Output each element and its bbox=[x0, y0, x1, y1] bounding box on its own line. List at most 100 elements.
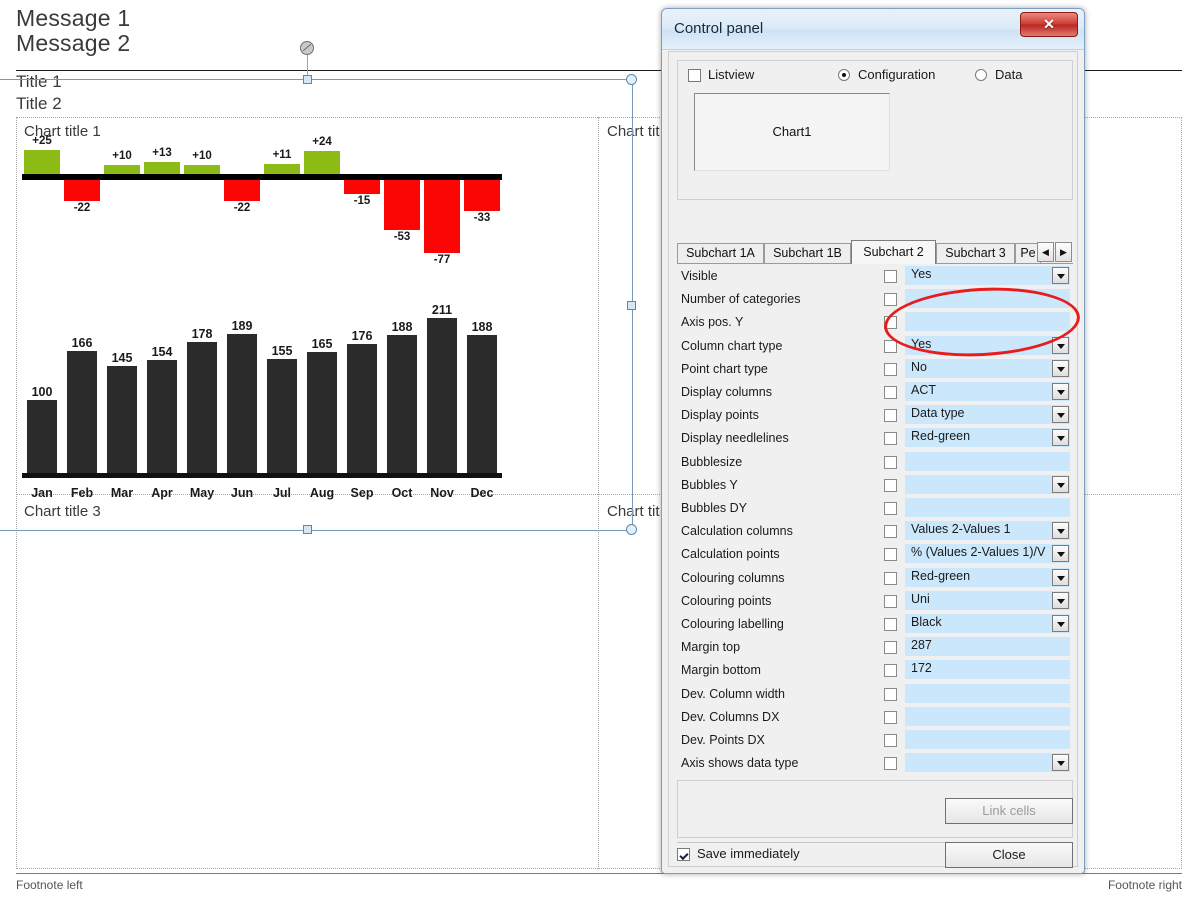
property-field[interactable] bbox=[905, 312, 1070, 332]
property-field[interactable] bbox=[905, 683, 1070, 703]
property-field[interactable] bbox=[905, 753, 1070, 773]
tab-scroll-right-icon[interactable]: ▶ bbox=[1055, 242, 1072, 262]
property-checkbox[interactable] bbox=[884, 316, 897, 330]
property-checkbox[interactable] bbox=[884, 409, 897, 423]
property-row: Colouring points Uni bbox=[677, 590, 1073, 614]
chevron-down-icon[interactable] bbox=[1052, 429, 1069, 447]
close-button[interactable]: Close bbox=[945, 842, 1073, 868]
deviation-bar bbox=[104, 164, 140, 174]
resize-handle-bottom-right[interactable] bbox=[626, 524, 637, 535]
property-label: Dev. Points DX bbox=[681, 733, 765, 747]
property-checkbox[interactable] bbox=[884, 293, 897, 307]
property-checkbox[interactable] bbox=[884, 734, 897, 747]
tab-subchart-3[interactable]: Subchart 3 bbox=[936, 243, 1015, 264]
resize-handle-bottom[interactable] bbox=[303, 525, 312, 534]
property-value: Yes bbox=[911, 336, 932, 351]
subchart-tabstrip: Subchart 1A Subchart 1B Subchart 2 Subchart… bbox=[677, 240, 1073, 264]
property-checkbox[interactable] bbox=[884, 548, 897, 562]
resize-handle-right-middle[interactable] bbox=[627, 301, 636, 310]
property-row: Display columns ACT bbox=[677, 382, 1073, 405]
property-checkbox[interactable] bbox=[884, 478, 897, 492]
property-value: No bbox=[911, 359, 927, 374]
title-2: Title 2 bbox=[16, 94, 62, 113]
property-value: 287 bbox=[911, 638, 932, 653]
property-field[interactable] bbox=[905, 730, 1070, 749]
tab-subchart-2[interactable]: Subchart 2 bbox=[851, 240, 936, 264]
property-value: ACT bbox=[911, 383, 936, 397]
bar-chart-bar bbox=[147, 359, 177, 473]
property-field[interactable] bbox=[905, 474, 1070, 494]
resize-handle-top[interactable] bbox=[303, 75, 312, 84]
bar-chart-value-label: 166 bbox=[71, 336, 93, 351]
close-icon[interactable]: ✕ bbox=[1020, 12, 1078, 37]
property-checkbox[interactable] bbox=[884, 270, 897, 283]
property-checkbox[interactable] bbox=[884, 594, 897, 608]
bar-chart-bar bbox=[227, 334, 257, 473]
property-checkbox[interactable] bbox=[884, 525, 897, 539]
chevron-down-icon[interactable] bbox=[1052, 406, 1069, 424]
save-immediately-checkbox[interactable] bbox=[677, 848, 690, 861]
property-checkbox[interactable] bbox=[884, 687, 897, 701]
property-checkbox[interactable] bbox=[884, 455, 897, 469]
chevron-down-icon[interactable] bbox=[1052, 591, 1069, 609]
chevron-down-icon[interactable] bbox=[1052, 615, 1069, 632]
property-checkbox[interactable] bbox=[884, 386, 897, 399]
deviation-bar bbox=[424, 180, 460, 254]
property-checkbox[interactable] bbox=[884, 664, 897, 678]
property-value: 172 bbox=[911, 661, 932, 676]
bar-chart-bar bbox=[347, 343, 377, 473]
deviation-bar bbox=[64, 180, 100, 201]
deviation-bar-label: -22 bbox=[73, 201, 91, 214]
property-label: Axis pos. Y bbox=[681, 315, 744, 330]
tab-scroll-left-icon[interactable]: ◀ bbox=[1037, 242, 1054, 262]
selection-bottom-edge bbox=[0, 530, 636, 531]
chevron-down-icon[interactable] bbox=[1052, 754, 1069, 772]
bar-chart-value-label: 189 bbox=[231, 319, 253, 334]
radio-data[interactable] bbox=[975, 69, 987, 81]
chevron-down-icon[interactable] bbox=[1052, 383, 1069, 400]
deviation-bar bbox=[344, 180, 380, 195]
property-checkbox[interactable] bbox=[884, 757, 897, 771]
chevron-down-icon[interactable] bbox=[1052, 568, 1069, 586]
chevron-down-icon[interactable] bbox=[1052, 475, 1069, 493]
bar-chart-bar bbox=[307, 351, 337, 473]
property-checkbox[interactable] bbox=[884, 432, 897, 446]
property-checkbox[interactable] bbox=[884, 571, 897, 585]
property-checkbox[interactable] bbox=[884, 710, 897, 724]
deviation-bar bbox=[384, 180, 420, 231]
chart-listbox[interactable]: Chart1 bbox=[694, 93, 890, 171]
property-label: Column chart type bbox=[681, 338, 783, 353]
property-list: Visible Yes Number of categories Axis pos. … bbox=[677, 266, 1073, 776]
property-field[interactable] bbox=[905, 706, 1070, 726]
dialog-titlebar[interactable]: Control panel ✕ bbox=[662, 9, 1084, 50]
tab-subchart-1a[interactable]: Subchart 1A bbox=[677, 243, 764, 264]
property-checkbox[interactable] bbox=[884, 502, 897, 515]
property-label: Calculation points bbox=[681, 547, 780, 562]
property-checkbox[interactable] bbox=[884, 339, 897, 353]
property-field[interactable] bbox=[905, 451, 1070, 471]
chevron-down-icon[interactable] bbox=[1052, 336, 1069, 354]
deviation-bar-label: -77 bbox=[433, 254, 451, 267]
property-checkbox[interactable] bbox=[884, 362, 897, 376]
bar-chart-bar bbox=[67, 351, 97, 473]
selection-top-edge bbox=[0, 79, 636, 80]
chevron-down-icon[interactable] bbox=[1052, 545, 1069, 563]
property-value: Values 2-Values 1 bbox=[911, 522, 1011, 537]
property-checkbox[interactable] bbox=[884, 641, 897, 655]
deviation-bar-label: -53 bbox=[393, 231, 411, 244]
chevron-down-icon[interactable] bbox=[1052, 359, 1069, 377]
tab-subchart-1b[interactable]: Subchart 1B bbox=[764, 243, 851, 264]
radio-configuration[interactable] bbox=[838, 69, 850, 81]
listview-checkbox[interactable] bbox=[688, 69, 701, 82]
property-checkbox[interactable] bbox=[884, 618, 897, 631]
property-field[interactable] bbox=[905, 498, 1070, 517]
link-cells-button[interactable]: Link cells bbox=[945, 798, 1073, 824]
property-row: Point chart type No bbox=[677, 358, 1073, 382]
rotate-handle-icon[interactable] bbox=[300, 41, 314, 55]
listbox-item-chart1[interactable]: Chart1 bbox=[695, 124, 889, 139]
resize-handle-top-right[interactable] bbox=[626, 74, 637, 85]
property-label: Colouring columns bbox=[681, 570, 785, 585]
chevron-down-icon[interactable] bbox=[1052, 522, 1069, 540]
property-field[interactable] bbox=[905, 289, 1070, 309]
chevron-down-icon[interactable] bbox=[1052, 267, 1069, 284]
